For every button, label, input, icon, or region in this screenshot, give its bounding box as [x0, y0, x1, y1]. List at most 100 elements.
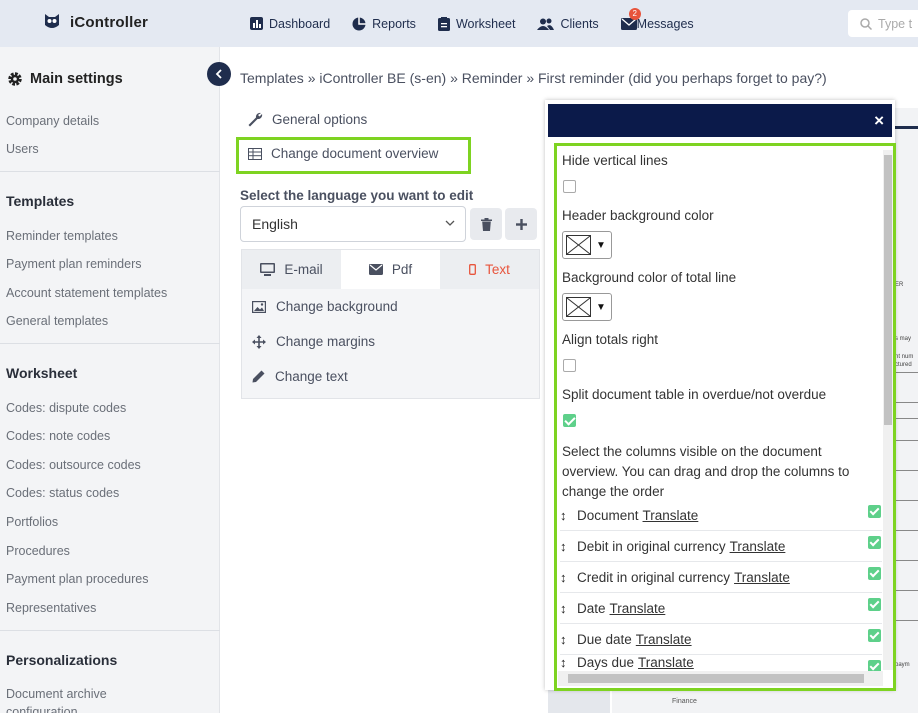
caret-down-icon: ▼ — [596, 239, 606, 251]
nav-worksheet[interactable]: Worksheet — [437, 16, 515, 31]
translate-link[interactable]: Translate — [610, 601, 666, 616]
sidebar-item-users[interactable]: Users — [6, 142, 39, 156]
monitor-icon — [260, 263, 276, 276]
search-icon — [860, 17, 872, 30]
drag-handle-icon[interactable]: ↕ — [560, 655, 577, 670]
drag-handle-icon[interactable]: ↕ — [560, 570, 577, 585]
nav-reports[interactable]: Reports — [352, 17, 416, 31]
drag-handle-icon[interactable]: ↕ — [560, 508, 577, 523]
sidebar-divider — [0, 171, 220, 172]
change-margins-link[interactable]: Change margins — [252, 334, 375, 349]
scrollbar-thumb[interactable] — [568, 674, 864, 683]
translate-link[interactable]: Translate — [643, 508, 699, 523]
column-visible-checkbox[interactable] — [868, 660, 881, 671]
preview-strip — [548, 690, 610, 713]
header-bg-color-picker[interactable]: ▼ — [562, 231, 612, 259]
drag-handle-icon[interactable]: ↕ — [560, 539, 577, 554]
app-logo[interactable]: iController — [44, 13, 148, 31]
sidebar-divider — [0, 630, 220, 631]
no-color-swatch-icon — [566, 235, 591, 255]
language-select[interactable]: English — [240, 206, 466, 242]
translate-link[interactable]: Translate — [734, 570, 790, 585]
sidebar-item-document-archive[interactable]: Document archive — [6, 687, 107, 701]
translate-link[interactable]: Translate — [730, 539, 786, 554]
general-options-link[interactable]: General options — [247, 111, 367, 127]
hide-vertical-lines-checkbox[interactable] — [563, 180, 576, 193]
column-visible-checkbox[interactable] — [868, 536, 881, 549]
column-row-days-due[interactable]: ↕ Days due Translate — [560, 655, 882, 671]
trash-icon — [480, 217, 492, 231]
document-preview-header-bar — [895, 126, 918, 129]
tab-pdf[interactable]: Pdf — [341, 250, 440, 289]
total-line-bg-color-label: Background color of total line — [562, 270, 737, 285]
column-row-date[interactable]: ↕ Date Translate — [560, 593, 882, 624]
column-row-document[interactable]: ↕ Document Translate — [560, 500, 882, 531]
doc-snippet: paym — [895, 662, 910, 668]
sidebar-item-company-details[interactable]: Company details — [6, 114, 99, 128]
drag-handle-icon[interactable]: ↕ — [560, 632, 577, 647]
sidebar-item-dispute-codes[interactable]: Codes: dispute codes — [6, 401, 126, 415]
sidebar-item-general-templates[interactable]: General templates — [6, 314, 108, 328]
nav-label: Dashboard — [269, 16, 331, 31]
doc-line — [893, 560, 918, 561]
column-row-due-date[interactable]: ↕ Due date Translate — [560, 624, 882, 655]
image-icon — [252, 300, 266, 313]
modal-header: × — [548, 104, 892, 137]
doc-line — [893, 500, 918, 501]
change-text-link[interactable]: Change text — [252, 369, 348, 384]
change-background-link[interactable]: Change background — [252, 299, 398, 314]
move-arrows-icon — [252, 334, 266, 349]
add-language-button[interactable] — [505, 208, 537, 240]
doc-footer: Finance — [672, 698, 697, 705]
translate-link[interactable]: Translate — [638, 655, 694, 670]
chevron-left-icon — [215, 69, 222, 79]
scrollbar-thumb[interactable] — [884, 155, 892, 425]
sidebar-item-representatives[interactable]: Representatives — [6, 601, 96, 615]
column-visible-checkbox[interactable] — [868, 629, 881, 642]
change-document-overview-link[interactable]: Change document overview — [248, 146, 438, 161]
bar-chart-icon — [250, 17, 263, 30]
column-visible-checkbox[interactable] — [868, 598, 881, 611]
modal-horizontal-scrollbar[interactable] — [558, 671, 883, 686]
translate-link[interactable]: Translate — [636, 632, 692, 647]
column-visible-checkbox[interactable] — [868, 505, 881, 518]
pie-chart-icon — [352, 17, 366, 30]
sidebar-item-note-codes[interactable]: Codes: note codes — [6, 429, 110, 443]
sidebar: Main settings Company details Users Temp… — [0, 47, 220, 713]
column-row-credit[interactable]: ↕ Credit in original currency Translate — [560, 562, 882, 593]
drag-handle-icon[interactable]: ↕ — [560, 601, 577, 616]
column-row-debit[interactable]: ↕ Debit in original currency Translate — [560, 531, 882, 562]
sidebar-divider — [0, 343, 220, 344]
sidebar-item-status-codes[interactable]: Codes: status codes — [6, 486, 119, 500]
close-icon[interactable]: × — [874, 111, 884, 131]
sidebar-item-portfolios[interactable]: Portfolios — [6, 515, 58, 529]
modal-vertical-scrollbar[interactable] — [883, 150, 893, 670]
sidebar-item-payment-plan-reminders[interactable]: Payment plan reminders — [6, 257, 141, 271]
split-table-checkbox[interactable] — [563, 414, 576, 427]
sidebar-item-configuration[interactable]: configuration — [6, 705, 78, 713]
sidebar-collapse-button[interactable] — [207, 62, 231, 86]
owl-logo-icon — [45, 14, 59, 28]
delete-language-button[interactable] — [470, 208, 502, 240]
sidebar-item-outsource-codes[interactable]: Codes: outsource codes — [6, 458, 141, 472]
tab-text[interactable]: Text — [440, 250, 539, 289]
hide-vertical-lines-label: Hide vertical lines — [562, 153, 668, 168]
search-input[interactable]: Type t — [848, 10, 918, 37]
sidebar-item-payment-plan-procedures[interactable]: Payment plan procedures — [6, 572, 148, 586]
nav-messages[interactable]: 2 Messages — [620, 7, 694, 31]
total-line-bg-color-picker[interactable]: ▼ — [562, 293, 612, 321]
nav-label: Messages — [636, 16, 694, 31]
tab-email[interactable]: E-mail — [242, 250, 341, 289]
nav-clients[interactable]: Clients — [537, 16, 599, 31]
nav-label: Clients — [560, 16, 599, 31]
columns-description: Select the columns visible on the docume… — [562, 444, 850, 499]
app-name: iController — [70, 13, 149, 31]
sidebar-item-procedures[interactable]: Procedures — [6, 544, 70, 558]
nav-dashboard[interactable]: Dashboard — [250, 17, 330, 31]
sidebar-item-reminder-templates[interactable]: Reminder templates — [6, 229, 118, 243]
caret-down-icon: ▼ — [596, 301, 606, 313]
column-visible-checkbox[interactable] — [868, 567, 881, 580]
doc-line — [893, 440, 918, 441]
sidebar-item-account-statement-templates[interactable]: Account statement templates — [6, 286, 167, 300]
align-totals-right-checkbox[interactable] — [563, 359, 576, 372]
